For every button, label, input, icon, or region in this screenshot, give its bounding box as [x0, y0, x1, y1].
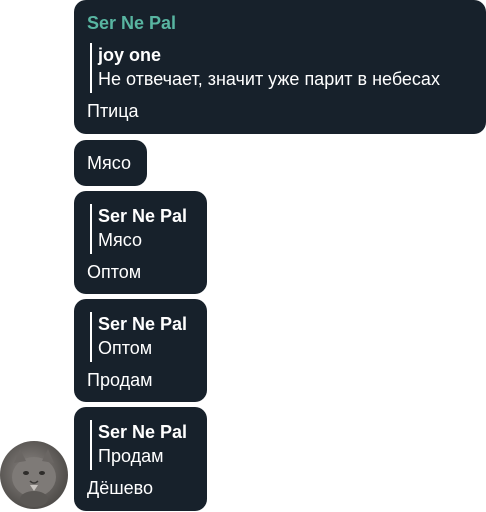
message-bubble[interactable]: Ser Ne Pal joy one Не отвечает, значит у…	[74, 0, 486, 134]
reply-text: Оптом	[98, 338, 153, 358]
reply-text: Продам	[98, 446, 164, 466]
message-text: Дёшево	[87, 478, 154, 498]
message-bubble[interactable]: Ser Ne Pal Продам Дёшево	[74, 407, 207, 511]
cat-photo-avatar-icon[interactable]	[0, 441, 68, 509]
cat-face-icon	[12, 449, 56, 507]
reply-author: joy one	[98, 45, 162, 65]
sender-name[interactable]: Ser Ne Pal	[87, 13, 176, 34]
message-text: Продам	[87, 370, 153, 390]
reply-author: Ser Ne Pal	[98, 422, 188, 442]
reply-text: Не отвечает, значит уже парит в небесах	[98, 69, 440, 89]
reply-quote[interactable]: Ser Ne Pal Продам	[90, 420, 187, 470]
message-text: Оптом	[87, 262, 142, 282]
message-text: Птица	[87, 101, 139, 121]
reply-quote[interactable]: joy one Не отвечает, значит уже парит в …	[90, 43, 440, 93]
reply-author: Ser Ne Pal	[98, 206, 188, 226]
chat-stack: Ser Ne Pal joy one Не отвечает, значит у…	[0, 0, 486, 512]
reply-quote[interactable]: Ser Ne Pal Мясо	[90, 204, 187, 254]
reply-text: Мясо	[98, 230, 142, 250]
message-bubble[interactable]: Ser Ne Pal Оптом Продам	[74, 299, 207, 402]
message-bubble[interactable]: Ser Ne Pal Мясо Оптом	[74, 191, 207, 294]
reply-quote[interactable]: Ser Ne Pal Оптом	[90, 312, 187, 362]
reply-author: Ser Ne Pal	[98, 314, 188, 334]
message-bubble[interactable]: Мясо	[74, 140, 147, 186]
message-text: Мясо	[87, 153, 131, 173]
